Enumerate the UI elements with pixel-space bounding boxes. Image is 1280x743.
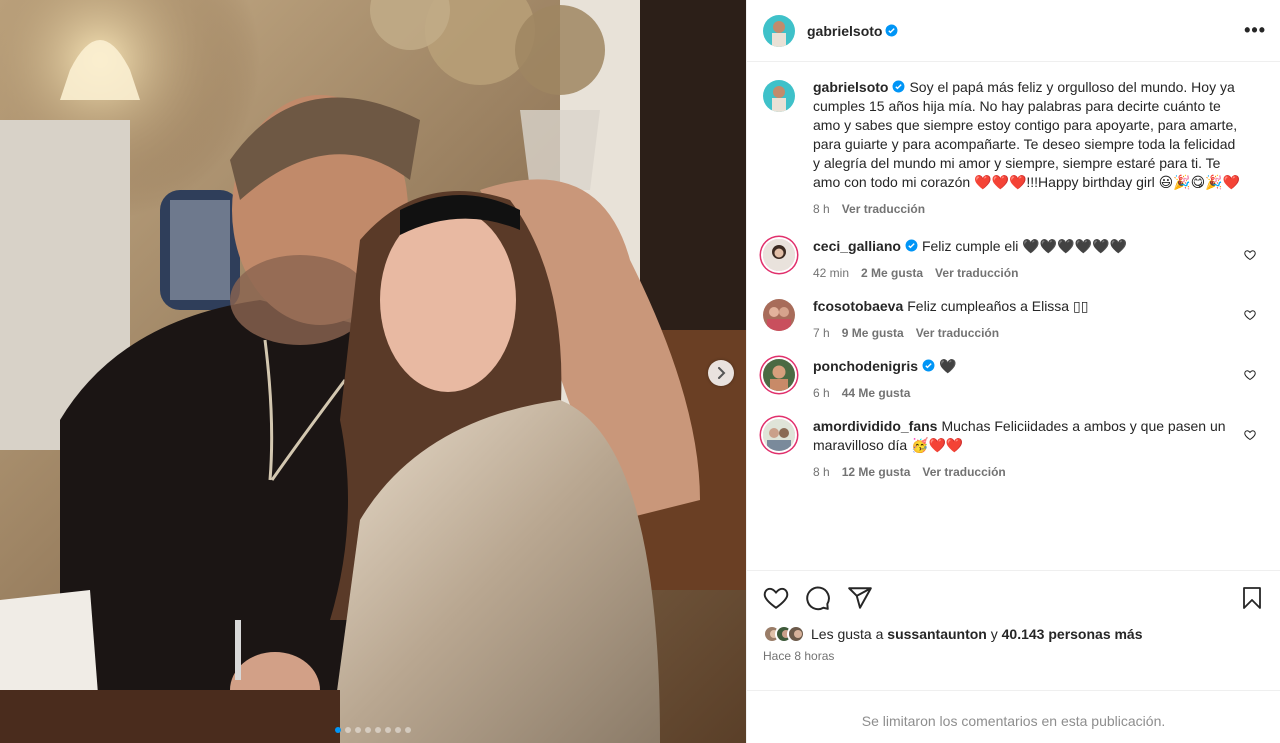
more-options-button[interactable]: ••• xyxy=(1244,20,1266,41)
avatar-image xyxy=(763,80,795,112)
comment-translate-link[interactable]: Ver traducción xyxy=(916,324,999,343)
liker-avatar xyxy=(787,625,805,643)
like-comment-heart-icon[interactable] xyxy=(1244,429,1256,441)
avatar-image xyxy=(789,627,803,641)
caption: gabrielsoto Soy el papá más feliz y orgul… xyxy=(763,78,1264,219)
post-header: gabrielsoto ••• xyxy=(747,0,1280,62)
post-actions: Les gusta a sussantaunton y 40.143 perso… xyxy=(747,570,1280,690)
avatar-image xyxy=(763,14,795,47)
comment-text: 🖤 xyxy=(939,358,957,374)
comment-username[interactable]: ceci_galliano xyxy=(813,238,901,254)
carousel-dot xyxy=(375,727,381,733)
liker-username[interactable]: sussantaunton xyxy=(887,626,987,642)
like-button[interactable] xyxy=(763,585,789,611)
commenter-avatar[interactable] xyxy=(763,419,795,451)
caption-time[interactable]: 8 h xyxy=(813,200,830,219)
comment-text: Feliz cumple eli 🖤🖤🖤🖤🖤🖤 xyxy=(921,238,1127,254)
carousel-indicator xyxy=(0,727,746,733)
avatar-image xyxy=(763,419,795,451)
caption-username[interactable]: gabrielsoto xyxy=(813,79,888,95)
verified-icon xyxy=(905,239,918,252)
comment-likes[interactable]: 12 Me gusta xyxy=(842,463,911,482)
avatar-image xyxy=(763,299,795,331)
carousel-dot xyxy=(385,727,391,733)
like-comment-heart-icon[interactable] xyxy=(1244,309,1256,321)
comment-time[interactable]: 42 min xyxy=(813,264,849,283)
comment-likes[interactable]: 2 Me gusta xyxy=(861,264,923,283)
author-avatar[interactable] xyxy=(763,80,795,112)
comments-list: gabrielsoto Soy el papá más feliz y orgul… xyxy=(747,62,1280,570)
share-button[interactable] xyxy=(847,585,873,611)
share-icon xyxy=(848,587,872,609)
next-photo-button[interactable] xyxy=(708,360,734,386)
post-photo[interactable] xyxy=(0,0,746,743)
comment-username[interactable]: ponchodenigris xyxy=(813,358,918,374)
bookmark-icon xyxy=(1243,587,1261,609)
comment-time[interactable]: 6 h xyxy=(813,384,830,403)
like-comment-heart-icon[interactable] xyxy=(1244,369,1256,381)
like-comment-heart-icon[interactable] xyxy=(1244,249,1256,261)
save-button[interactable] xyxy=(1240,585,1264,611)
avatar-image xyxy=(763,359,795,391)
commenter-avatar[interactable] xyxy=(763,359,795,391)
carousel-dot xyxy=(335,727,341,733)
carousel-dot xyxy=(355,727,361,733)
comment-item: fcosotobaeva Feliz cumpleaños a Elissa ▯▯… xyxy=(763,297,1264,343)
comment-translate-link[interactable]: Ver traducción xyxy=(935,264,1018,283)
verified-icon xyxy=(893,80,905,93)
comment-item: amordividido_fans Muchas Feliciidades a a… xyxy=(763,417,1264,482)
comment-item: ceci_galliano Feliz cumple eli 🖤🖤🖤🖤🖤🖤 42 … xyxy=(763,237,1264,283)
carousel-dot xyxy=(405,727,411,733)
comment-icon xyxy=(806,586,830,611)
comment-likes[interactable]: 9 Me gusta xyxy=(842,324,904,343)
photo-illustration xyxy=(0,0,746,743)
verified-icon xyxy=(886,24,898,37)
heart-icon xyxy=(763,587,789,609)
likes-connector: y xyxy=(990,626,998,642)
carousel-dot xyxy=(365,727,371,733)
comment-text: Feliz cumpleaños a Elissa ▯▯ xyxy=(907,298,1089,314)
avatar-image xyxy=(763,239,795,271)
likes-count[interactable]: 40.143 personas más xyxy=(1002,626,1143,642)
likes-summary: Les gusta a sussantaunton y 40.143 perso… xyxy=(763,625,1264,643)
comment-username[interactable]: fcosotobaeva xyxy=(813,298,903,314)
comments-limited-notice: Se limitaron los comentarios en esta pub… xyxy=(747,690,1280,743)
post-time[interactable]: Hace 8 horas xyxy=(763,649,1264,663)
comment-likes[interactable]: 44 Me gusta xyxy=(842,384,911,403)
comment-username[interactable]: amordividido_fans xyxy=(813,418,937,434)
carousel-dot xyxy=(395,727,401,733)
caption-translate-link[interactable]: Ver traducción xyxy=(842,200,925,219)
comment-translate-link[interactable]: Ver traducción xyxy=(922,463,1005,482)
commenter-avatar[interactable] xyxy=(763,239,795,271)
author-avatar[interactable] xyxy=(763,14,795,47)
comment-button[interactable] xyxy=(805,585,831,611)
chevron-right-icon xyxy=(718,367,726,379)
author-username[interactable]: gabrielsoto xyxy=(807,23,882,39)
comment-time[interactable]: 7 h xyxy=(813,324,830,343)
comment-item: ponchodenigris 🖤 6 h 44 Me gusta xyxy=(763,357,1264,403)
likes-prefix: Les gusta a xyxy=(811,626,884,642)
verified-icon xyxy=(922,359,935,372)
commenter-avatar[interactable] xyxy=(763,299,795,331)
carousel-dot xyxy=(345,727,351,733)
comment-time[interactable]: 8 h xyxy=(813,463,830,482)
post-side-panel: gabrielsoto ••• gabrielsoto Soy el papá m… xyxy=(746,0,1280,743)
caption-text: Soy el papá más feliz y orgulloso del mu… xyxy=(813,79,1241,190)
